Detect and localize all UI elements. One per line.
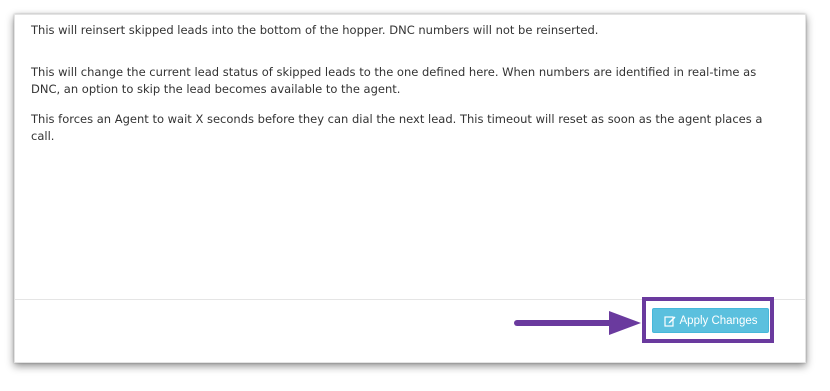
help-text-reinsert-skipped: This will reinsert skipped leads into th… [31, 23, 599, 37]
annotation-arrow-icon [514, 311, 641, 335]
help-text-skip-status: This will change the current lead status… [31, 65, 757, 96]
edit-icon [663, 315, 675, 327]
help-text-wait-timeout: This forces an Agent to wait X seconds b… [31, 112, 763, 143]
settings-panel: This will reinsert skipped leads into th… [14, 14, 806, 363]
apply-changes-button[interactable]: Apply Changes [652, 308, 769, 333]
apply-changes-label: Apply Changes [679, 314, 758, 327]
panel-body: This will reinsert skipped leads into th… [15, 15, 805, 300]
